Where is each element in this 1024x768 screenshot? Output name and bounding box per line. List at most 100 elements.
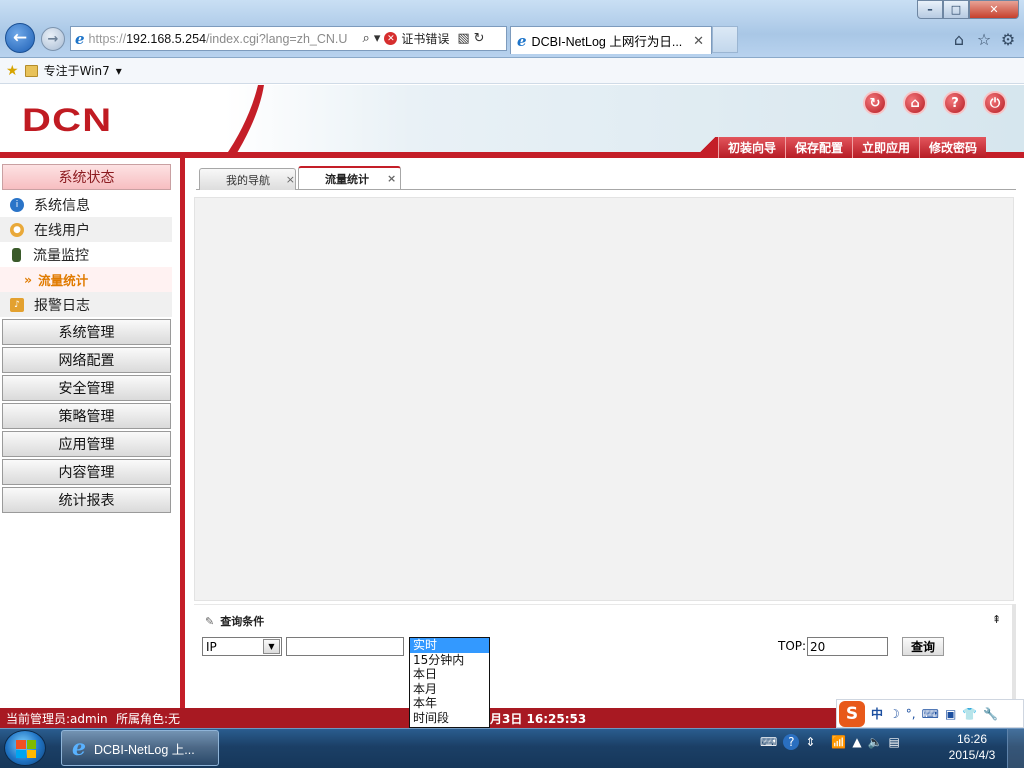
maximize-button[interactable]: □ xyxy=(943,0,969,19)
sidebar-item-alarm-log[interactable]: ♪ 报警日志 xyxy=(0,292,172,317)
ie-icon: e xyxy=(72,735,86,761)
tab-strip-line xyxy=(196,189,1016,190)
address-bar[interactable]: e https://192.168.5.254/index.cgi?lang=z… xyxy=(70,26,507,51)
network-icon[interactable]: ▤ xyxy=(889,735,900,749)
favorites-item[interactable]: 专注于Win7 xyxy=(44,62,110,79)
tab-title: DCBI-NetLog 上网行为日... xyxy=(531,35,683,49)
tray-arrow-icon[interactable]: ⇕ xyxy=(805,735,815,749)
scrollbar[interactable] xyxy=(1012,604,1016,702)
punctuation-icon[interactable]: °, xyxy=(906,707,916,721)
time-option[interactable]: 15分钟内 xyxy=(410,653,489,668)
sidebar-item-traffic-stats[interactable]: » 流量统计 xyxy=(0,267,172,292)
sidebar-section-system-management[interactable]: 系统管理 xyxy=(2,319,171,345)
wrench-icon[interactable]: 🔧 xyxy=(983,707,998,721)
new-tab-button[interactable] xyxy=(712,26,738,53)
add-favorite-icon[interactable]: ★ xyxy=(6,63,19,79)
sidebar-section-content[interactable]: 内容管理 xyxy=(2,459,171,485)
taskbar-ie-title: DCBI-NetLog 上... xyxy=(94,742,195,757)
compat-view-icon[interactable]: ▧ xyxy=(457,31,469,46)
sidebar-item-label: 流量统计 xyxy=(38,273,89,288)
url-text[interactable]: https://192.168.5.254/index.cgi?lang=zh_… xyxy=(89,32,359,46)
sidebar-item-traffic-monitor[interactable]: 流量监控 xyxy=(0,242,172,267)
sidebar-item-online-users[interactable]: ● 在线用户 xyxy=(0,217,172,242)
time-option[interactable]: 实时 xyxy=(410,638,489,653)
taskbar-ie-button[interactable]: e DCBI-NetLog 上... xyxy=(61,730,219,766)
ie-icon: e xyxy=(75,29,85,48)
close-icon[interactable]: × xyxy=(286,173,295,186)
header-slant xyxy=(690,137,720,158)
chart-area xyxy=(194,197,1014,601)
moon-icon[interactable]: ☽ xyxy=(889,707,900,721)
sidebar-section-policy[interactable]: 策略管理 xyxy=(2,403,171,429)
minimize-button[interactable]: – xyxy=(917,0,943,19)
refresh-icon[interactable]: ↻ xyxy=(474,31,485,46)
home-icon[interactable]: ⌂ xyxy=(950,30,968,49)
sidebar-section-application[interactable]: 应用管理 xyxy=(2,431,171,457)
cert-error-icon[interactable]: ✕ xyxy=(384,32,398,45)
sogou-logo-icon[interactable]: S xyxy=(839,700,865,727)
sidebar-section-network-config[interactable]: 网络配置 xyxy=(2,347,171,373)
tab-my-navigation[interactable]: 我的导航 × xyxy=(199,168,296,190)
top-input[interactable]: 20 xyxy=(807,637,888,656)
collapse-icon[interactable]: ⇞ xyxy=(992,613,1001,626)
time-option[interactable]: 本日 xyxy=(410,667,489,682)
save-config-button[interactable]: 保存配置 xyxy=(785,137,853,158)
ie-icon: e xyxy=(517,31,527,50)
help-icon[interactable]: ? xyxy=(783,734,800,750)
skin-icon[interactable]: ▣ xyxy=(945,707,956,721)
close-window-button[interactable]: ✕ xyxy=(969,0,1019,19)
home-icon[interactable]: ⌂ xyxy=(903,91,927,115)
favorites-bar: ★ 专注于Win7 ▾ xyxy=(0,58,1024,84)
ime-toolbar: S 中 ☽ °, ⌨ ▣ 👕 🔧 xyxy=(836,699,1024,728)
start-button[interactable] xyxy=(4,730,46,766)
setup-wizard-button[interactable]: 初装向导 xyxy=(718,137,786,158)
keyboard-icon[interactable]: ⌨ xyxy=(760,735,777,749)
dcn-logo: DCN xyxy=(22,102,113,138)
help-icon[interactable]: ? xyxy=(943,91,967,115)
apply-now-button[interactable]: 立即应用 xyxy=(852,137,920,158)
sidebar-section-security[interactable]: 安全管理 xyxy=(2,375,171,401)
time-range-dropdown[interactable]: 实时 15分钟内 本日 本月 本年 时间段 xyxy=(409,637,490,728)
ime-mode[interactable]: 中 xyxy=(871,705,883,722)
close-icon[interactable]: × xyxy=(387,172,396,185)
shirt-icon[interactable]: 👕 xyxy=(962,707,977,721)
browser-tab-active[interactable]: e DCBI-NetLog 上网行为日... ✕ xyxy=(510,26,712,54)
logout-icon[interactable]: ⏻ xyxy=(983,91,1007,115)
clock-time: 16:26 xyxy=(956,732,988,746)
type-select[interactable]: IP ▼ xyxy=(202,637,282,656)
time-option[interactable]: 本月 xyxy=(410,682,489,697)
windows-logo-icon xyxy=(16,740,36,758)
sidebar-item-system-info[interactable]: i 系统信息 xyxy=(0,192,172,217)
favorites-star-icon[interactable]: ☆ xyxy=(975,30,993,49)
dropdown-icon[interactable]: ▾ xyxy=(374,31,381,46)
show-hidden-icons[interactable]: ▲ xyxy=(852,735,861,749)
time-option[interactable]: 时间段 xyxy=(410,711,489,726)
clock[interactable]: 16:26 2015/4/3 xyxy=(944,731,1000,763)
top-label: TOP: xyxy=(778,639,807,653)
header-swoosh xyxy=(224,85,264,158)
tab-traffic-stats[interactable]: 流量统计 × xyxy=(298,166,401,189)
keyboard-icon[interactable]: ⌨ xyxy=(922,707,939,721)
refresh-icon[interactable]: ↻ xyxy=(863,91,887,115)
query-button[interactable]: 查询 xyxy=(902,637,944,656)
forward-button[interactable]: → xyxy=(41,27,65,51)
show-desktop-button[interactable] xyxy=(1007,729,1024,768)
gear-icon[interactable]: ⚙ xyxy=(999,30,1017,49)
close-tab-icon[interactable]: ✕ xyxy=(693,33,704,49)
user-icon: ● xyxy=(10,222,24,237)
sidebar-section-reports[interactable]: 统计报表 xyxy=(2,487,171,513)
time-option[interactable]: 本年 xyxy=(410,696,489,711)
ip-input[interactable] xyxy=(286,637,404,656)
chevron-down-icon[interactable]: ▾ xyxy=(116,64,122,78)
cert-error-label[interactable]: 证书错误 xyxy=(401,30,449,47)
volume-icon[interactable]: 🔈 xyxy=(868,735,883,749)
tab-label: 我的导航 xyxy=(226,173,270,187)
sidebar-item-label: 流量监控 xyxy=(33,247,89,264)
sidebar-section-system-status[interactable]: 系统状态 xyxy=(2,164,171,190)
sidebar-splitter[interactable] xyxy=(180,158,185,708)
chevron-down-icon[interactable]: ▼ xyxy=(263,639,280,654)
change-password-button[interactable]: 修改密码 xyxy=(919,137,987,158)
wifi-icon[interactable]: 📶 xyxy=(831,735,846,749)
back-button[interactable]: ← xyxy=(5,23,35,53)
search-icon[interactable]: ⌕ xyxy=(363,31,370,46)
